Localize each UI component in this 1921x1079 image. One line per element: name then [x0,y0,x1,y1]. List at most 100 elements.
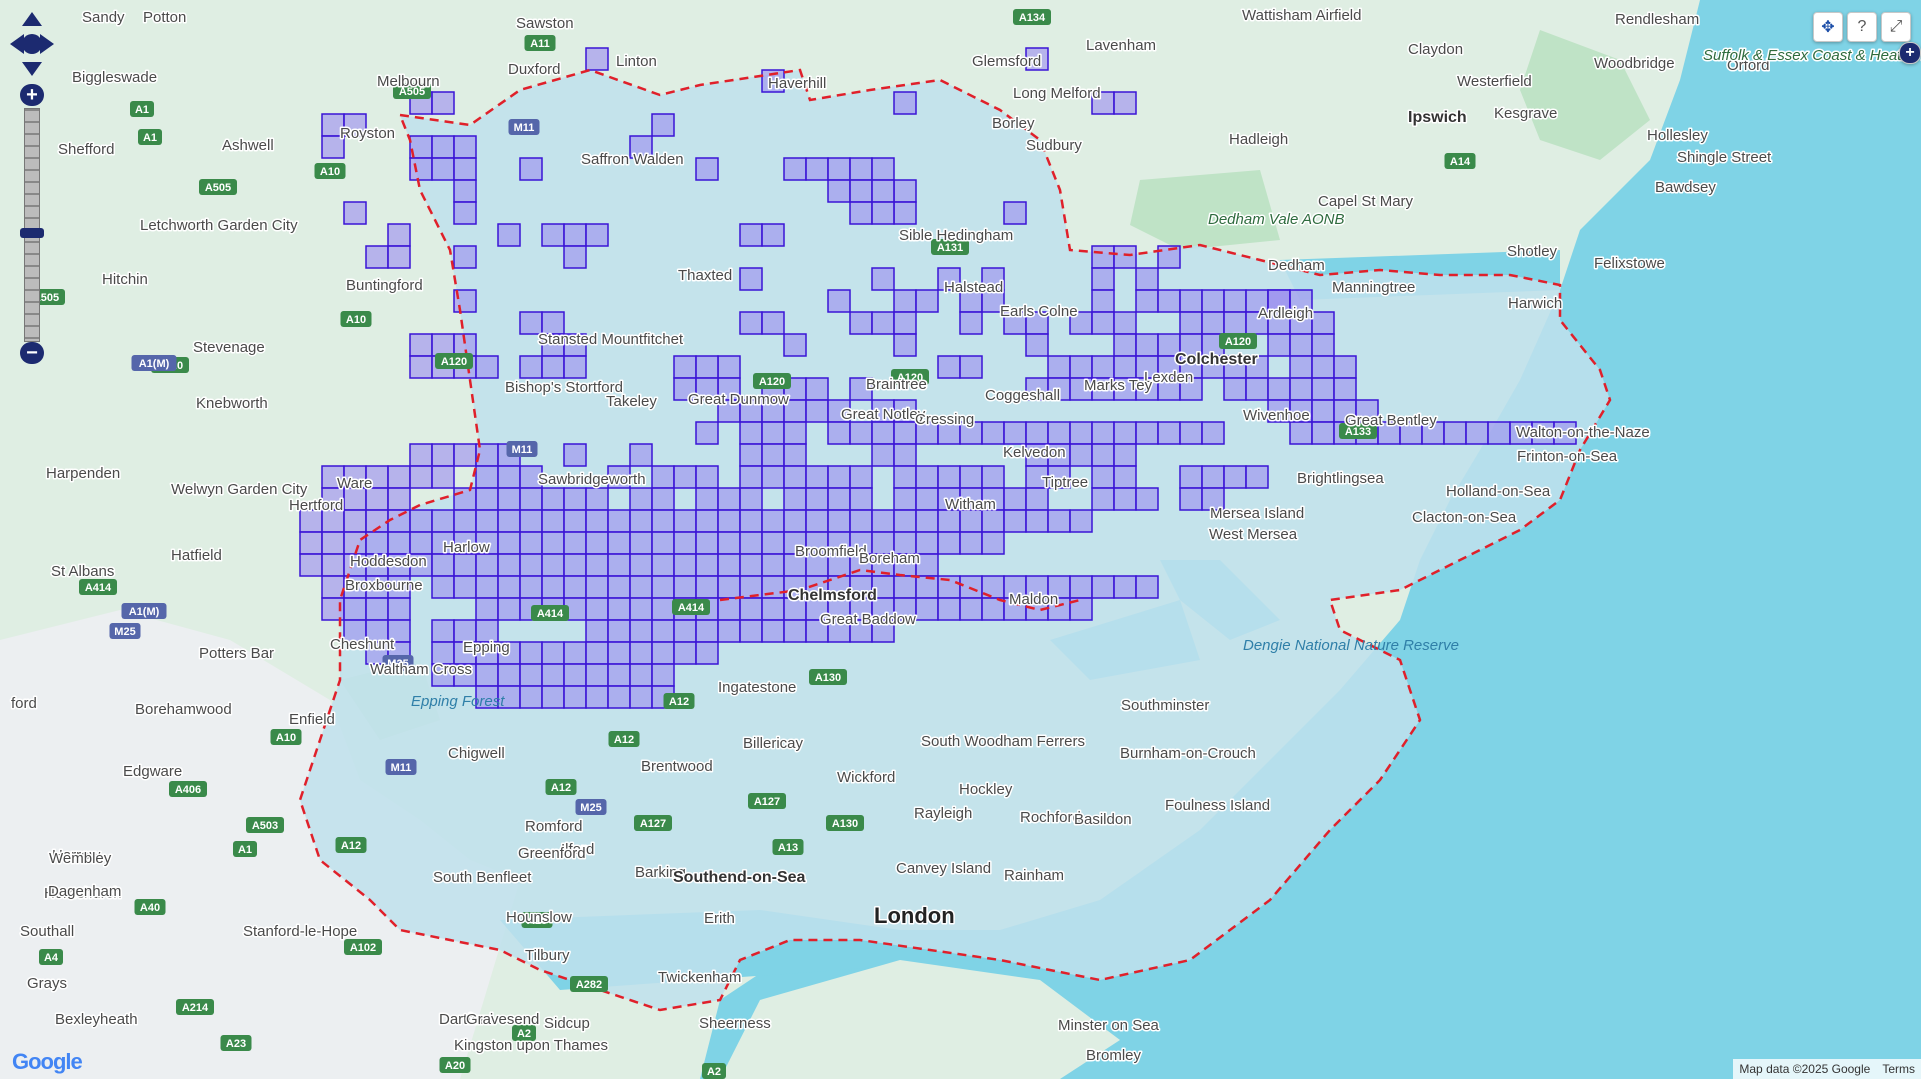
grid-square[interactable] [827,179,851,203]
grid-square[interactable] [1311,377,1335,401]
grid-square[interactable] [849,157,873,181]
expand-panel-button[interactable]: + [1899,42,1921,64]
grid-square[interactable] [365,245,389,269]
grid-square[interactable] [783,487,807,511]
grid-square[interactable] [1113,465,1137,489]
grid-square[interactable] [475,487,499,511]
grid-square[interactable] [541,531,565,555]
grid-square[interactable] [695,509,719,533]
grid-square[interactable] [563,641,587,665]
grid-square[interactable] [805,377,829,401]
grid-square[interactable] [761,597,785,621]
grid-square[interactable] [519,553,543,577]
grid-square[interactable] [387,597,411,621]
grid-square[interactable] [981,509,1005,533]
grid-square[interactable] [783,421,807,445]
grid-square[interactable] [739,421,763,445]
grid-square[interactable] [453,487,477,511]
grid-square[interactable] [563,509,587,533]
grid-square[interactable] [629,531,653,555]
grid-square[interactable] [739,311,763,335]
grid-square[interactable] [585,685,609,709]
grid-square[interactable] [937,465,961,489]
grid-square[interactable] [431,553,455,577]
grid-square[interactable] [695,355,719,379]
grid-square[interactable] [1113,575,1137,599]
grid-square[interactable] [387,531,411,555]
grid-square[interactable] [761,421,785,445]
grid-square[interactable] [563,245,587,269]
pan-arrows-icon[interactable] [8,10,56,78]
grid-square[interactable] [497,223,521,247]
grid-square[interactable] [607,641,631,665]
grid-square[interactable] [981,421,1005,445]
grid-square[interactable] [827,157,851,181]
grid-square[interactable] [409,333,433,357]
grid-square[interactable] [431,333,455,357]
grid-square[interactable] [827,509,851,533]
grid-square[interactable] [541,553,565,577]
grid-square[interactable] [1091,245,1115,269]
grid-square[interactable] [475,509,499,533]
grid-square[interactable] [409,465,433,489]
zoom-slider-track[interactable] [24,108,40,342]
grid-square[interactable] [431,157,455,181]
grid-square[interactable] [717,531,741,555]
grid-square[interactable] [915,487,939,511]
grid-square[interactable] [563,443,587,467]
grid-square[interactable] [431,91,455,115]
grid-square[interactable] [871,201,895,225]
grid-square[interactable] [1465,421,1489,445]
grid-square[interactable] [717,355,741,379]
grid-square[interactable] [717,575,741,599]
grid-square[interactable] [959,531,983,555]
grid-square[interactable] [299,531,323,555]
grid-square[interactable] [761,443,785,467]
grid-square[interactable] [783,465,807,489]
zoom-in-button[interactable]: + [20,84,44,106]
grid-square[interactable] [563,663,587,687]
grid-square[interactable] [387,465,411,489]
grid-square[interactable] [739,465,763,489]
grid-square[interactable] [1223,311,1247,335]
grid-square[interactable] [343,509,367,533]
grid-square[interactable] [1025,333,1049,357]
grid-square[interactable] [893,443,917,467]
grid-square[interactable] [695,421,719,445]
grid-square[interactable] [695,157,719,181]
grid-square[interactable] [937,597,961,621]
grid-square[interactable] [365,597,389,621]
grid-square[interactable] [673,553,697,577]
grid-square[interactable] [475,597,499,621]
grid-square[interactable] [409,531,433,555]
grid-square[interactable] [585,619,609,643]
grid-square[interactable] [629,575,653,599]
grid-square[interactable] [453,509,477,533]
grid-square[interactable] [1091,421,1115,445]
grid-square[interactable] [431,509,455,533]
grid-square[interactable] [387,509,411,533]
grid-square[interactable] [805,465,829,489]
grid-square[interactable] [651,553,675,577]
grid-square[interactable] [1179,289,1203,313]
grid-square[interactable] [1135,575,1159,599]
grid-square[interactable] [915,289,939,313]
grid-square[interactable] [1091,575,1115,599]
grid-square[interactable] [695,487,719,511]
grid-square[interactable] [1091,465,1115,489]
grid-square[interactable] [497,487,521,511]
grid-square[interactable] [1179,465,1203,489]
zoom-out-button[interactable]: − [20,342,44,364]
grid-square[interactable] [1047,509,1071,533]
grid-square[interactable] [871,509,895,533]
grid-square[interactable] [739,509,763,533]
grid-square[interactable] [1025,509,1049,533]
grid-square[interactable] [1091,487,1115,511]
grid-square[interactable] [739,531,763,555]
grid-square[interactable] [453,575,477,599]
grid-square[interactable] [673,641,697,665]
grid-square[interactable] [761,223,785,247]
grid-square[interactable] [1443,421,1467,445]
grid-square[interactable] [629,619,653,643]
grid-square[interactable] [783,509,807,533]
